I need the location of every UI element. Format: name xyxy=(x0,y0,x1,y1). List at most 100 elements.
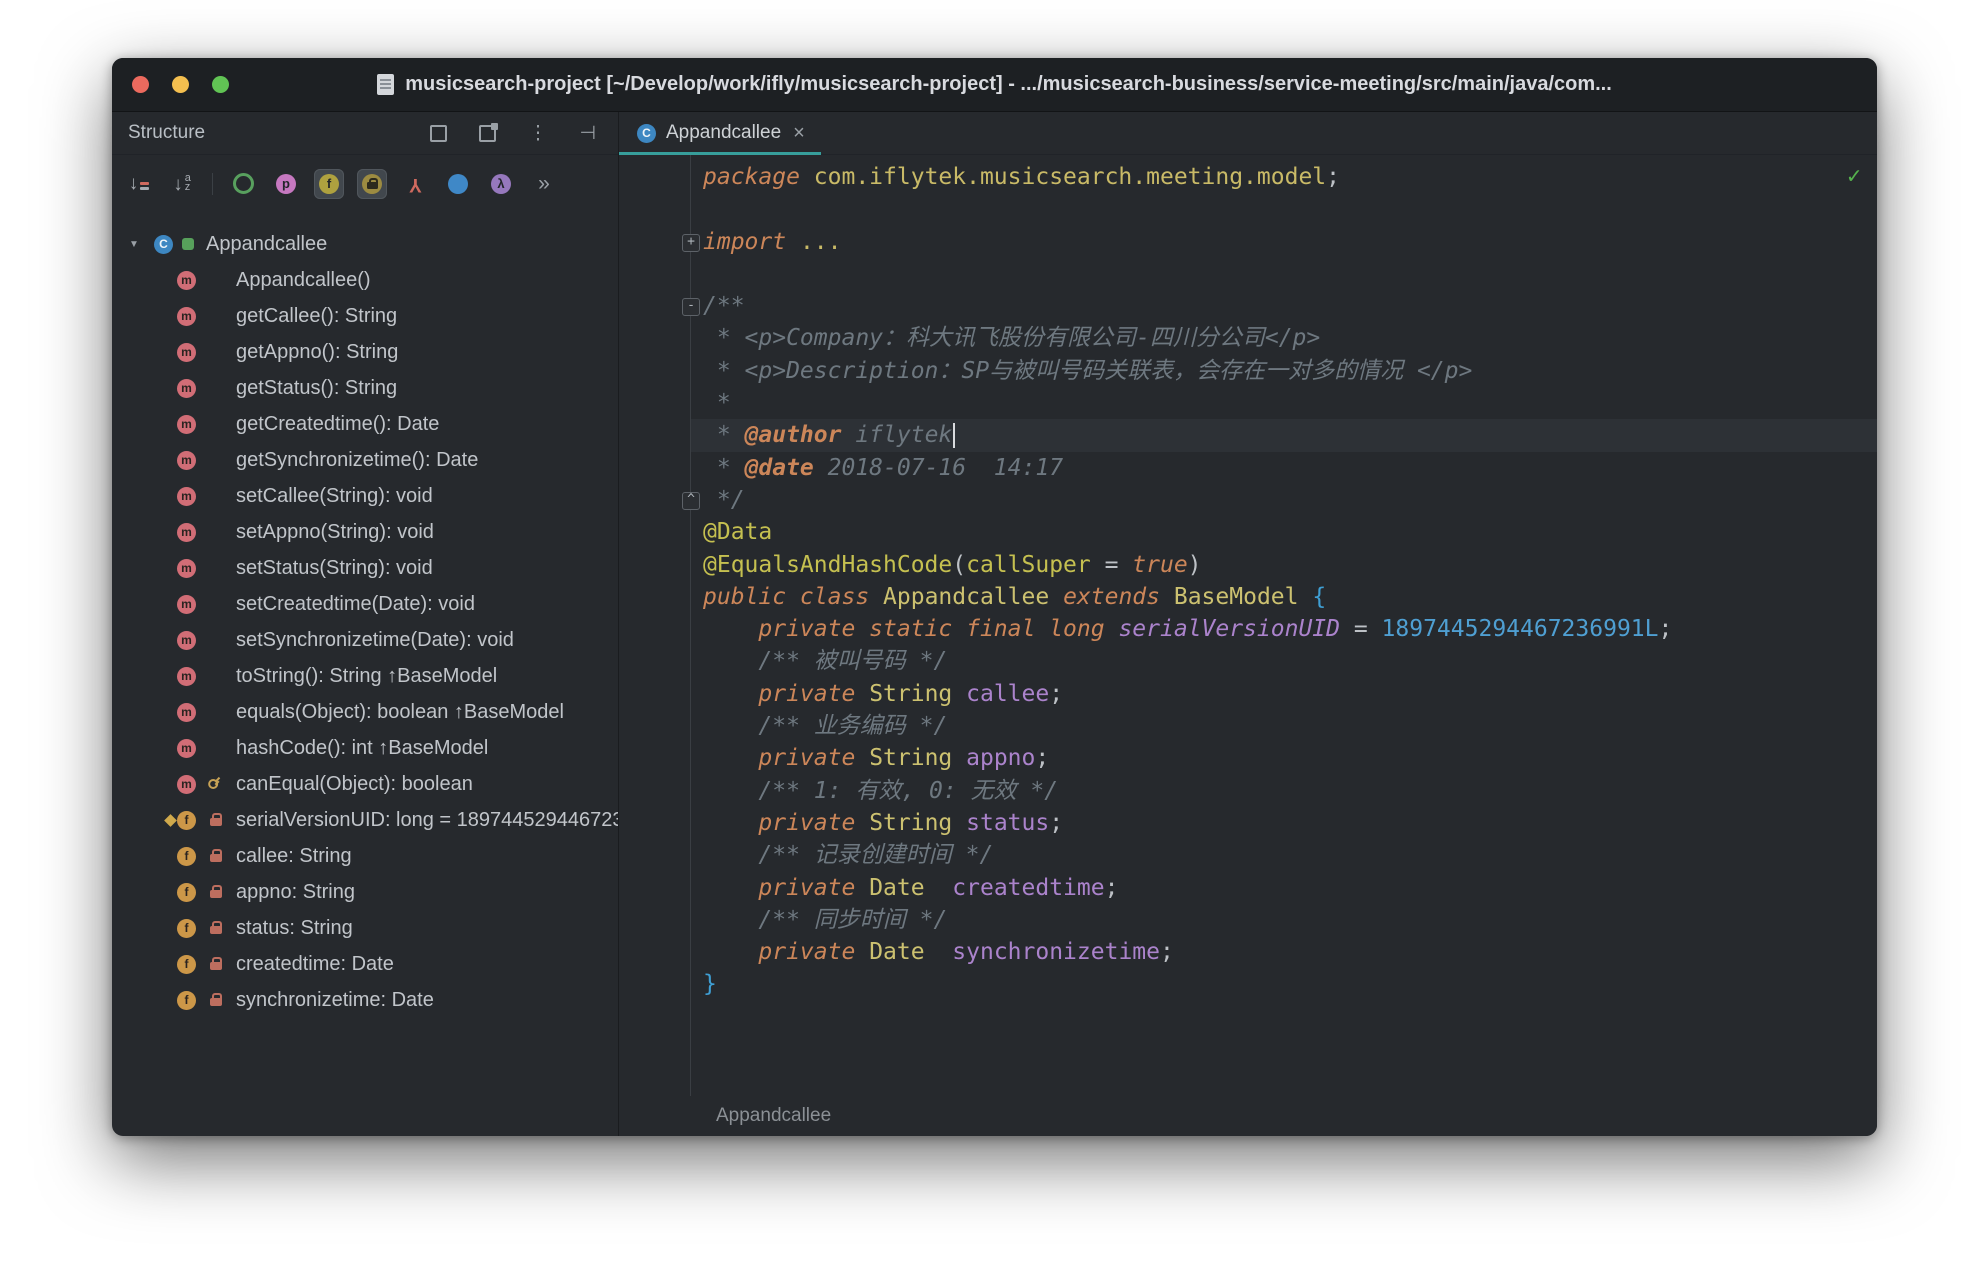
titlebar: musicsearch-project [~/Develop/work/ifly… xyxy=(112,58,1877,112)
method-icon: m xyxy=(177,739,196,758)
method-icon: m xyxy=(177,271,196,290)
float-window-icon[interactable] xyxy=(479,125,496,142)
lock-icon xyxy=(210,993,222,1007)
structure-item[interactable]: mgetSynchronizetime(): Date xyxy=(112,442,618,478)
structure-item-label: getCallee(): String xyxy=(236,305,397,328)
code-line: * @author iflytek xyxy=(619,419,1877,451)
static-mark-icon xyxy=(164,814,177,827)
lock-icon xyxy=(210,957,222,971)
code-line: /** 记录创建时间 */ xyxy=(619,839,1877,871)
structure-item[interactable]: m getAppno(): String xyxy=(112,334,618,370)
structure-panel: Structure ⋮ ⊣ ↓↓azpfYλ» ▼ C Appandcallee… xyxy=(112,112,619,1136)
code-line: private String status; xyxy=(619,807,1877,839)
structure-item[interactable]: f serialVersionUID: long = 18974452944672… xyxy=(112,802,618,838)
structure-item[interactable]: mAppandcallee() xyxy=(112,262,618,298)
show-properties-icon[interactable]: p xyxy=(271,169,301,199)
code-line: /** 同步时间 */ xyxy=(619,904,1877,936)
code-line: * <p>Description：SP与被叫号码关联表，会存在一对多的情况 </… xyxy=(619,355,1877,387)
sort-alphabetically-icon[interactable]: ↓az xyxy=(167,169,197,199)
method-icon: m xyxy=(177,631,196,650)
structure-item[interactable]: fcreatedtime: Date xyxy=(112,946,618,982)
structure-item[interactable]: m setSynchronizetime(Date): void xyxy=(112,622,618,658)
show-lambdas-icon[interactable]: λ xyxy=(486,169,516,199)
tab-close-icon[interactable]: × xyxy=(793,122,805,145)
code-line: private String appno; xyxy=(619,742,1877,774)
show-non-public-icon[interactable] xyxy=(357,169,387,199)
group-methods-icon[interactable]: Y xyxy=(400,169,430,199)
code-line xyxy=(619,193,1877,225)
traffic-lights xyxy=(132,76,229,93)
method-icon: m xyxy=(177,775,196,794)
code-area[interactable]: ✓ package com.iflytek.musicsearch.meetin… xyxy=(619,155,1877,1096)
method-icon: m xyxy=(177,487,196,506)
code-line xyxy=(619,258,1877,290)
structure-item[interactable]: m setCallee(String): void xyxy=(112,478,618,514)
window-title: musicsearch-project [~/Develop/work/ifly… xyxy=(405,73,1612,96)
structure-item-label: getAppno(): String xyxy=(236,341,398,364)
structure-item-label: status: String xyxy=(236,917,353,940)
fold-plus-icon[interactable]: + xyxy=(682,234,700,252)
code-line: public class Appandcallee extends BaseMo… xyxy=(619,581,1877,613)
tab-label: Appandcallee xyxy=(666,122,781,144)
structure-item[interactable]: mgetStatus(): String xyxy=(112,370,618,406)
structure-item[interactable]: m getCallee(): String xyxy=(112,298,618,334)
chevron-down-icon[interactable]: ▼ xyxy=(126,239,142,250)
structure-item[interactable]: msetAppno(String): void xyxy=(112,514,618,550)
structure-item[interactable]: f callee: String xyxy=(112,838,618,874)
code-line: @Data xyxy=(619,516,1877,548)
code-line: private String callee; xyxy=(619,678,1877,710)
structure-item[interactable]: fstatus: String xyxy=(112,910,618,946)
structure-item-label: callee: String xyxy=(236,845,352,868)
minimize-button[interactable] xyxy=(172,76,189,93)
code-line: private Date createdtime; xyxy=(619,872,1877,904)
method-icon: m xyxy=(177,307,196,326)
sort-by-visibility-icon[interactable]: ↓ xyxy=(124,169,154,199)
code-line: +import ... xyxy=(619,226,1877,258)
lock-icon xyxy=(210,813,222,827)
structure-item[interactable]: mtoString(): String ↑BaseModel xyxy=(112,658,618,694)
field-icon: f xyxy=(177,847,196,866)
structure-item[interactable]: mhashCode(): int ↑BaseModel xyxy=(112,730,618,766)
field-icon: f xyxy=(177,811,196,830)
more-options-icon[interactable]: ⋮ xyxy=(528,124,547,143)
method-icon: m xyxy=(177,595,196,614)
method-icon: m xyxy=(177,343,196,362)
structure-item[interactable]: fsynchronizetime: Date xyxy=(112,982,618,1018)
code-line: ^ */ xyxy=(619,484,1877,516)
code-line: private Date synchronizetime; xyxy=(619,936,1877,968)
show-inherited-icon[interactable] xyxy=(228,169,258,199)
structure-item[interactable]: mequals(Object): boolean ↑BaseModel xyxy=(112,694,618,730)
structure-item[interactable]: m setCreatedtime(Date): void xyxy=(112,586,618,622)
structure-item-label: setSynchronizetime(Date): void xyxy=(236,629,514,652)
structure-item-label: getStatus(): String xyxy=(236,377,397,400)
code-line: @EqualsAndHashCode(callSuper = true) xyxy=(619,549,1877,581)
structure-item[interactable]: msetStatus(String): void xyxy=(112,550,618,586)
more-toggles-icon[interactable]: » xyxy=(529,169,559,199)
structure-item[interactable]: mcanEqual(Object): boolean xyxy=(112,766,618,802)
code-line: * xyxy=(619,387,1877,419)
method-icon: m xyxy=(177,523,196,542)
breadcrumb-item[interactable]: Appandcallee xyxy=(716,1105,831,1127)
tab-appandcallee[interactable]: C Appandcallee × xyxy=(619,112,821,154)
code-line: } xyxy=(619,968,1877,1000)
hide-panel-icon[interactable]: ⊣ xyxy=(579,124,596,143)
lock-icon xyxy=(210,921,222,935)
show-anonymous-classes-icon[interactable] xyxy=(443,169,473,199)
field-icon: f xyxy=(177,883,196,902)
structure-item-label: toString(): String ↑BaseModel xyxy=(236,665,497,688)
structure-item-label: setCallee(String): void xyxy=(236,485,433,508)
structure-item-root[interactable]: ▼ C Appandcallee xyxy=(112,226,618,262)
show-fields-icon[interactable]: f xyxy=(314,169,344,199)
expand-icon[interactable] xyxy=(430,125,447,142)
structure-item-label: setCreatedtime(Date): void xyxy=(236,593,475,616)
structure-item[interactable]: mgetCreatedtime(): Date xyxy=(112,406,618,442)
structure-item[interactable]: fappno: String xyxy=(112,874,618,910)
method-icon: m xyxy=(177,451,196,470)
fold-end-icon[interactable]: ^ xyxy=(682,492,700,510)
breadcrumb[interactable]: Appandcallee xyxy=(619,1096,1877,1136)
zoom-button[interactable] xyxy=(212,76,229,93)
lock-icon xyxy=(210,885,222,899)
structure-item-label: serialVersionUID: long = 189744529446723… xyxy=(236,809,618,832)
close-button[interactable] xyxy=(132,76,149,93)
fold-minus-icon[interactable]: - xyxy=(682,298,700,316)
